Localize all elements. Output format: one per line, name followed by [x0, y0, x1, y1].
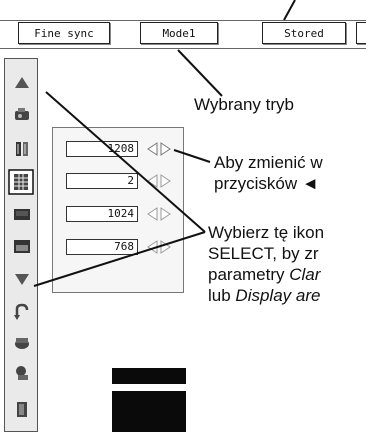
clock-phase-value[interactable]: 2 — [66, 173, 138, 189]
horizontal-value[interactable]: 1024 — [66, 206, 138, 222]
adjust-arrows-icon[interactable] — [146, 240, 172, 254]
extra-header-button[interactable] — [356, 22, 366, 44]
header-top-line — [0, 20, 366, 21]
menu-sidebar — [4, 58, 38, 432]
stored-button[interactable]: Stored — [262, 22, 346, 44]
select-hint-line4-italic: Display are — [235, 286, 321, 305]
adjust-arrows-icon[interactable] — [146, 207, 172, 221]
change-hint-line2: przycisków ◄ — [214, 174, 319, 193]
select-hint-line4: lub Display are — [208, 285, 320, 306]
tracking-icon[interactable] — [12, 139, 32, 159]
total-dots-value[interactable]: 1208 — [66, 141, 138, 157]
select-hint-line2: SELECT, by zr — [208, 244, 319, 263]
adjust-arrows-icon[interactable] — [146, 174, 172, 188]
black-bar-top — [112, 368, 186, 384]
selected-mode-label: Wybrany tryb — [194, 95, 294, 114]
fine-sync-button[interactable]: Fine sync — [18, 22, 110, 44]
black-bar-bottom — [112, 391, 186, 432]
reset-icon[interactable] — [12, 302, 32, 322]
select-hint-line3-italic: Clar — [289, 265, 321, 284]
change-hint-line1: Aby zmienić w — [214, 153, 323, 172]
clock-phase-icon[interactable] — [8, 169, 34, 195]
up-arrow-icon[interactable] — [12, 73, 32, 93]
projector-icon[interactable] — [12, 105, 32, 125]
header-bottom-line — [0, 48, 366, 49]
select-hint-line4-prefix: lub — [208, 286, 236, 305]
mode-button[interactable]: Mode1 — [140, 22, 218, 44]
down-arrow-icon[interactable] — [12, 269, 32, 289]
vertical-value[interactable]: 768 — [66, 239, 138, 255]
exit-icon[interactable] — [12, 399, 32, 419]
select-hint-line1: Wybierz tę ikon — [208, 223, 325, 242]
select-hint-line3: parametry Clar — [208, 264, 320, 285]
recall-icon[interactable] — [12, 363, 32, 383]
monitor-icon[interactable] — [12, 205, 32, 225]
adjust-arrows-icon[interactable] — [146, 142, 172, 156]
select-hint-line3-prefix: parametry — [208, 265, 290, 284]
store-icon[interactable] — [12, 333, 32, 353]
display-area-icon[interactable] — [12, 237, 32, 257]
